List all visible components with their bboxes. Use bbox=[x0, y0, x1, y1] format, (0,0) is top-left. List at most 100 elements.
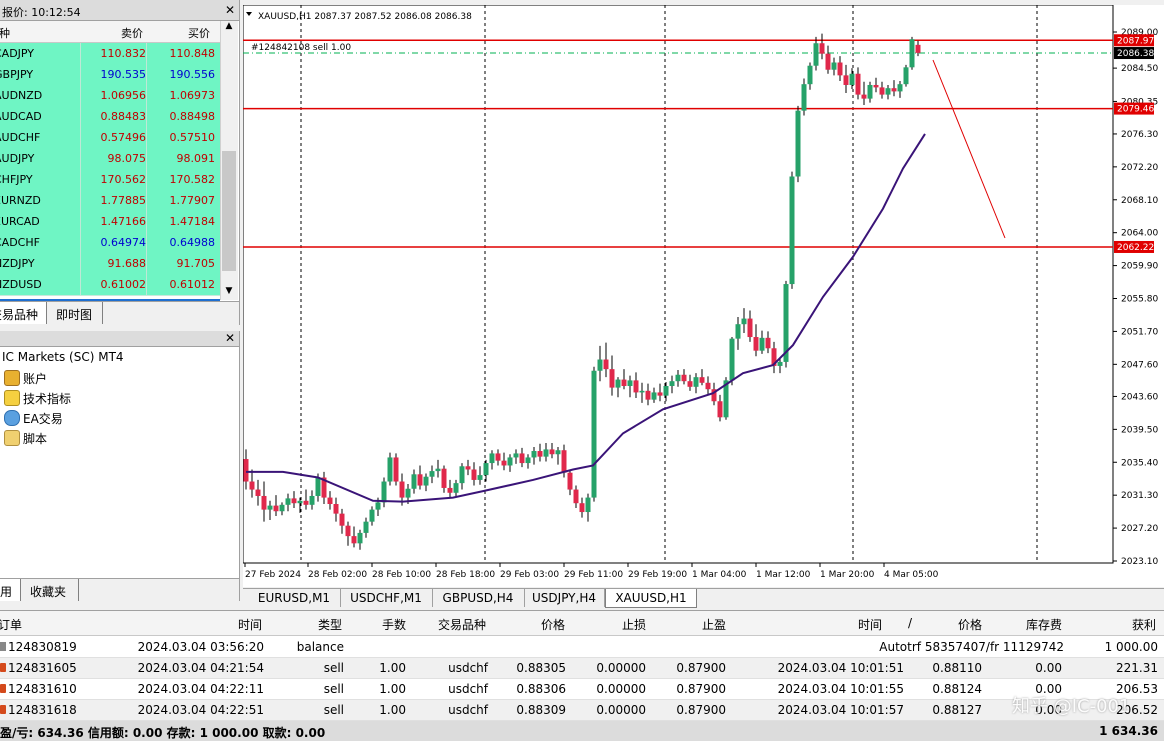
table-row[interactable]: 124831618 2024.03.04 04:22:51 sell 1.00 usdc… bbox=[0, 700, 1164, 721]
time-tick-label: 28 Feb 18:00 bbox=[436, 570, 495, 580]
candle-body bbox=[657, 392, 663, 396]
candle-body bbox=[519, 453, 525, 464]
price-tick-label: 2039.50 bbox=[1121, 425, 1158, 435]
price-chart[interactable]: XAUUSD,H1 2087.37 2087.52 2086.08 2086.3… bbox=[243, 5, 1164, 587]
cell-tp: 0.87900 bbox=[676, 661, 726, 675]
tab-usdchf-m1[interactable]: USDCHF,M1 bbox=[340, 589, 433, 607]
list-item[interactable]: GBPJPY 190.535 190.556 bbox=[0, 64, 220, 86]
table-row[interactable]: 124831605 2024.03.04 04:21:54 sell 1.00 usdc… bbox=[0, 658, 1164, 679]
cell-type: sell bbox=[323, 661, 344, 675]
chart-canvas[interactable]: XAUUSD,H1 2087.37 2087.52 2086.08 2086.3… bbox=[243, 5, 1164, 587]
close-icon[interactable]: ✕ bbox=[225, 3, 235, 17]
col-order[interactable]: 订单 bbox=[0, 616, 22, 633]
terminal-panel: 订单 时间 类型 手数 交易品种 价格 止损 止盈 时间 / 价格 库存费 获利… bbox=[0, 610, 1164, 749]
list-item[interactable]: AUDCHF 0.57496 0.57510 bbox=[0, 127, 220, 149]
tab-gbpusd-h4[interactable]: GBPUSD,H4 bbox=[432, 589, 525, 607]
cell-tp: 0.87900 bbox=[676, 703, 726, 717]
scroll-down-icon[interactable]: ▼ bbox=[221, 286, 237, 300]
list-item[interactable]: EURCAD 1.47166 1.47184 bbox=[0, 211, 220, 233]
col-close-time[interactable]: 时间 bbox=[840, 616, 882, 633]
col-symbol[interactable]: 品种 bbox=[0, 25, 10, 41]
balance-icon bbox=[0, 642, 6, 651]
col-type[interactable]: 类型 bbox=[290, 616, 342, 633]
candle-body bbox=[267, 505, 273, 510]
col-ask[interactable]: 买价 bbox=[188, 25, 210, 41]
candle-body bbox=[693, 377, 699, 387]
candle-body bbox=[357, 532, 363, 544]
cell-tp: 0.87900 bbox=[676, 682, 726, 696]
col-time[interactable]: 时间 bbox=[200, 616, 262, 633]
bid-price: 0.88483 bbox=[100, 110, 147, 123]
list-item[interactable]: CADCHF 0.64974 0.64988 bbox=[0, 232, 220, 254]
time-tick-label: 28 Feb 10:00 bbox=[372, 570, 431, 580]
table-row-balance[interactable]: 124830819 2024.03.04 03:56:20 balance Au… bbox=[0, 637, 1164, 658]
navigator-titlebar: ✕ bbox=[0, 331, 239, 347]
close-icon[interactable]: ✕ bbox=[225, 331, 235, 345]
col-close-price[interactable]: 价格 bbox=[930, 616, 982, 633]
expert-advisors-icon bbox=[4, 410, 20, 426]
tab-symbols[interactable]: 交易品种 bbox=[0, 302, 47, 324]
col-price[interactable]: 价格 bbox=[505, 616, 565, 633]
market-watch-panel: 报价: 10:12:54 ✕ 品种 卖价 买价 CADJPY 110.832 110… bbox=[0, 0, 240, 326]
candle-body bbox=[345, 525, 351, 537]
bid-price: 170.562 bbox=[100, 173, 147, 186]
candle-body bbox=[801, 84, 807, 111]
list-item[interactable]: AUDNZD 1.06956 1.06973 bbox=[0, 85, 220, 107]
tab-tick-chart[interactable]: 即时图 bbox=[48, 302, 103, 324]
navigator-root[interactable]: IC Markets (SC) MT4 bbox=[2, 350, 124, 364]
cell-type: sell bbox=[323, 682, 344, 696]
symbol-name: AUDNZD bbox=[0, 89, 43, 102]
candle-body bbox=[507, 457, 513, 466]
col-sl[interactable]: 止损 bbox=[590, 616, 646, 633]
market-watch-titlebar: 报价: 10:12:54 ✕ bbox=[0, 0, 239, 21]
scrollbar[interactable]: ▲ ▼ bbox=[220, 21, 238, 300]
col-bid[interactable]: 卖价 bbox=[121, 25, 143, 41]
list-item[interactable]: CHFJPY 170.562 170.582 bbox=[0, 169, 220, 191]
scroll-thumb[interactable] bbox=[222, 151, 236, 271]
list-item[interactable]: NZDJPY 91.688 91.705 bbox=[0, 253, 220, 275]
list-item[interactable]: AUDJPY 98.075 98.091 bbox=[0, 148, 220, 170]
indicators-icon bbox=[4, 390, 20, 406]
candle-body bbox=[567, 472, 573, 490]
col-lots[interactable]: 手数 bbox=[360, 616, 406, 633]
tab-favorites[interactable]: 收藏夹 bbox=[22, 579, 79, 601]
candle-body bbox=[303, 500, 309, 505]
candle-body bbox=[249, 481, 255, 490]
tab-usdjpy-h4[interactable]: USDJPY,H4 bbox=[524, 589, 605, 607]
candle-body bbox=[501, 460, 507, 466]
candle-body bbox=[327, 497, 333, 505]
col-symbol[interactable]: 交易品种 bbox=[420, 616, 486, 633]
ask-price: 190.556 bbox=[169, 68, 216, 81]
list-item[interactable]: CADJPY 110.832 110.848 bbox=[0, 43, 220, 65]
candle-body bbox=[603, 359, 609, 370]
price-tick-label: 2035.40 bbox=[1121, 458, 1158, 468]
market-watch-header: 品种 卖价 买价 bbox=[0, 21, 220, 43]
table-row[interactable]: 124831610 2024.03.04 04:22:11 sell 1.00 usdc… bbox=[0, 679, 1164, 700]
list-item[interactable]: AUDCAD 0.88483 0.88498 bbox=[0, 106, 220, 128]
col-swap[interactable]: 库存费 bbox=[1010, 616, 1062, 633]
list-item[interactable]: EURNZD 1.77885 1.77907 bbox=[0, 190, 220, 212]
price-label: 2086.38 bbox=[1117, 49, 1154, 59]
candle-body bbox=[423, 476, 429, 486]
col-profit[interactable]: 获利 bbox=[1100, 616, 1156, 633]
list-item[interactable]: NZDUSD 0.61002 0.61012 bbox=[0, 274, 220, 296]
tab-xauusd-h1[interactable]: XAUUSD,H1 bbox=[605, 589, 697, 608]
time-axis: 27 Feb 2024 28 Feb 02:00 28 Feb 10:00 28 Fe… bbox=[244, 563, 939, 580]
cell-time: 2024.03.04 04:21:54 bbox=[137, 661, 264, 675]
tab-common[interactable]: 常用 bbox=[0, 579, 21, 601]
candle-body bbox=[687, 381, 693, 387]
candle-body bbox=[765, 337, 771, 349]
tab-eurusd-m1[interactable]: EURUSD,M1 bbox=[248, 589, 341, 607]
scroll-up-icon[interactable]: ▲ bbox=[221, 21, 237, 35]
candle-body bbox=[447, 487, 453, 493]
candle-body bbox=[897, 84, 903, 92]
cell-close-time: 2024.03.04 10:01:57 bbox=[777, 703, 904, 717]
order-label[interactable]: #124842108 sell 1.00 bbox=[251, 43, 351, 53]
candle-body bbox=[747, 318, 753, 338]
price-label: 2087.97 bbox=[1117, 36, 1154, 46]
col-tp[interactable]: 止盈 bbox=[672, 616, 726, 633]
candle-body bbox=[429, 471, 435, 477]
symbol-name: AUDCAD bbox=[0, 110, 42, 123]
bid-price: 1.47166 bbox=[100, 215, 147, 228]
cell-close-time: 2024.03.04 10:01:51 bbox=[777, 661, 904, 675]
